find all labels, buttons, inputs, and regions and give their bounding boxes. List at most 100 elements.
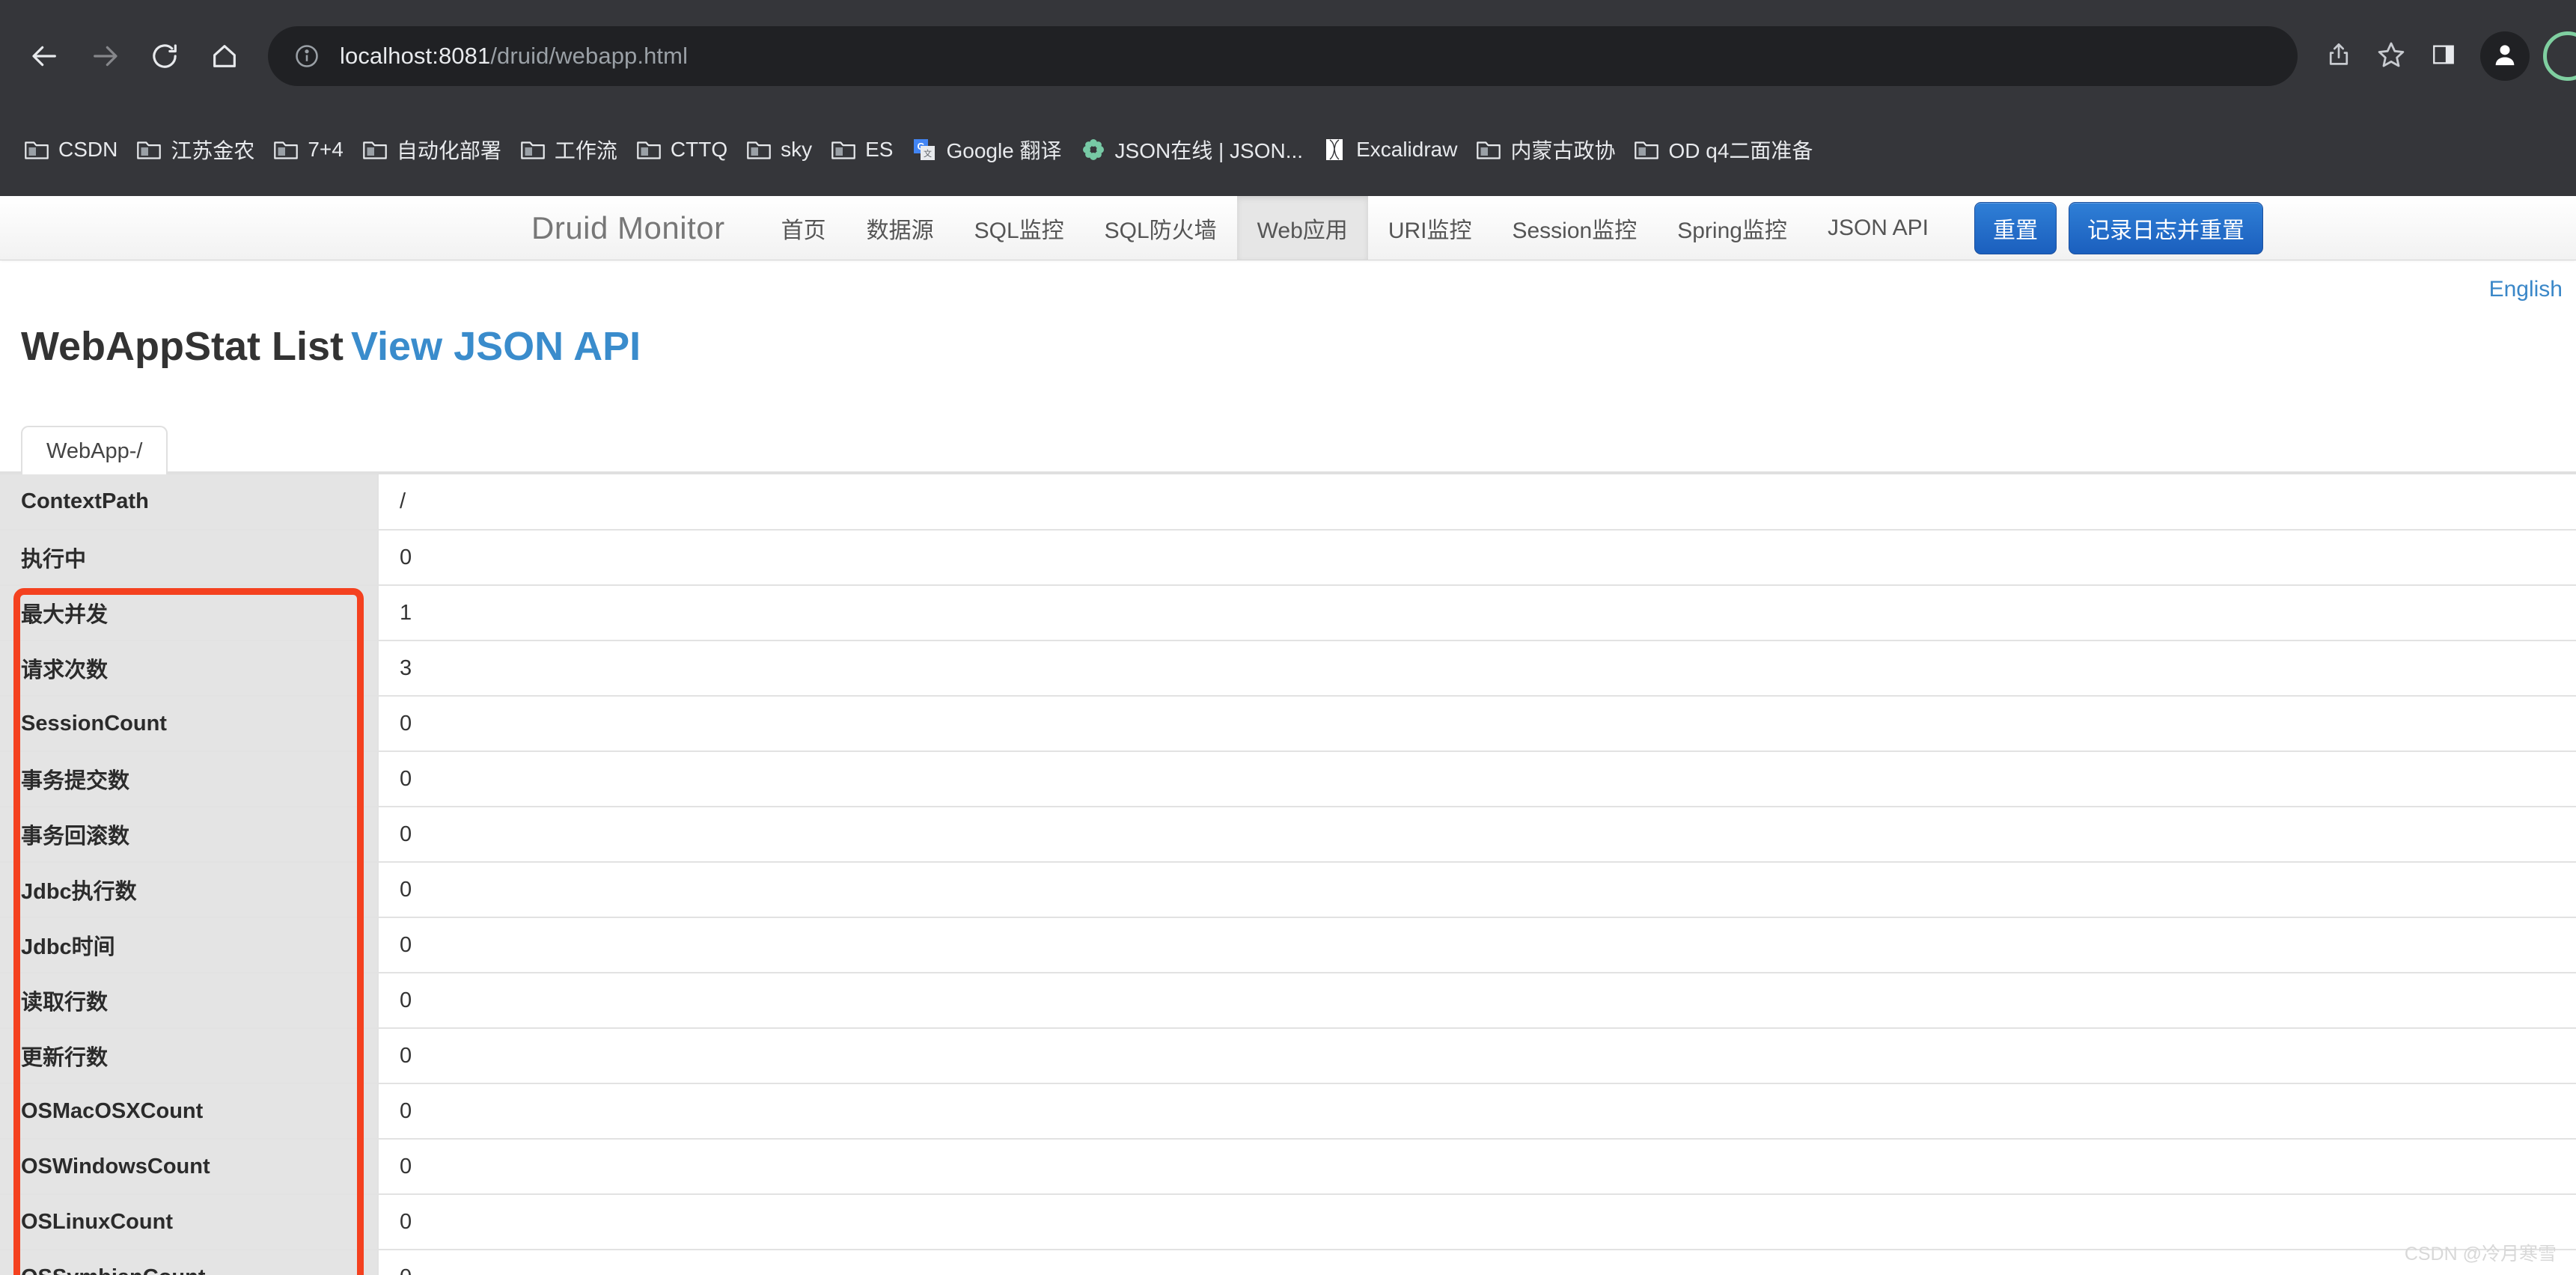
table-row: ContextPath / (0, 474, 2576, 531)
excalidraw-icon (1322, 138, 1346, 162)
bookmark-item[interactable]: 工作流 (511, 126, 627, 173)
share-button[interactable] (2313, 30, 2365, 82)
language-switch-row: English (0, 260, 2576, 307)
table-cell-value: 0 (377, 530, 2576, 586)
folder-icon (521, 139, 545, 160)
navbar-item-8[interactable]: JSON API (1807, 196, 1949, 260)
tab-webapp-root[interactable]: WebApp-/ (21, 426, 168, 474)
page-body: Druid Monitor 首页 数据源 SQL监控 SQL防火墙 Web应用 URI监控… (0, 196, 2576, 1275)
reset-button[interactable]: 重置 (1974, 201, 2057, 254)
table-row: 事务回滚数 0 (0, 807, 2576, 863)
bookmark-item[interactable]: JSON在线 | JSON... (1072, 126, 1313, 173)
profile-avatar-icon (2490, 40, 2520, 73)
url-path: /druid/webapp.html (490, 43, 689, 69)
home-button[interactable] (198, 29, 251, 83)
json-online-icon (1081, 138, 1105, 162)
bookmark-label: Excalidraw (1356, 138, 1458, 161)
navbar-item-6[interactable]: Session监控 (1492, 196, 1657, 260)
table-row: 请求次数 3 (0, 640, 2576, 697)
table-cell-value: 0 (377, 696, 2576, 752)
table-cell-key: OSLinuxCount (0, 1194, 378, 1250)
navbar-item-5[interactable]: URI监控 (1368, 196, 1492, 260)
browser-chrome: localhost:8081/druid/webapp.html CSDN 江苏… (0, 0, 2576, 196)
navbar-item-1[interactable]: 数据源 (846, 196, 954, 260)
bookmark-item[interactable]: 7+4 (264, 126, 353, 173)
table-row: 事务提交数 0 (0, 751, 2576, 807)
browser-toolbar: localhost:8081/druid/webapp.html (0, 0, 2576, 112)
table-row: OSMacOSXCount 0 (0, 1083, 2576, 1140)
reload-icon (150, 41, 180, 71)
bookmark-item[interactable]: CSDN (15, 126, 127, 173)
brand-logo[interactable]: Druid Monitor (531, 196, 761, 260)
bookmark-label: OD q4二面准备 (1668, 139, 1813, 162)
table-row: Jdbc时间 0 (0, 917, 2576, 973)
table-cell-value: 0 (377, 1083, 2576, 1140)
table-row: 最大并发 1 (0, 585, 2576, 641)
folder-icon (1477, 139, 1501, 160)
navbar-item-3[interactable]: SQL防火墙 (1084, 196, 1237, 260)
bookmark-label: CSDN (58, 138, 118, 161)
table-cell-key: 更新行数 (0, 1028, 378, 1084)
home-icon (210, 41, 239, 71)
log-and-reset-button[interactable]: 记录日志并重置 (2068, 201, 2263, 254)
bookmark-item[interactable]: ES (822, 126, 903, 173)
bookmark-label: CTTQ (670, 138, 728, 161)
navbar-item-7[interactable]: Spring监控 (1657, 196, 1807, 260)
view-json-api-link[interactable]: View JSON API (351, 324, 641, 369)
profile-button[interactable] (2480, 31, 2530, 81)
webappstat-table: ContextPath / 执行中 0 最大并发 1 请求次数 3 SessionCount 0 事… (0, 474, 2576, 1275)
reload-button[interactable] (138, 29, 192, 83)
table-row: 读取行数 0 (0, 973, 2576, 1029)
url-text: localhost:8081/druid/webapp.html (340, 43, 688, 70)
forward-button[interactable] (78, 29, 132, 83)
table-cell-value: 0 (377, 1139, 2576, 1195)
bookmark-label: Google 翻译 (946, 139, 1062, 162)
table-row: 更新行数 0 (0, 1028, 2576, 1084)
table-cell-key: 请求次数 (0, 640, 378, 697)
table-cell-key: Jdbc时间 (0, 917, 378, 973)
table-cell-key: Jdbc执行数 (0, 862, 378, 918)
google-translate-icon: G文 (912, 138, 936, 162)
back-arrow-icon (30, 41, 60, 71)
page-title-text: WebAppStat List (21, 324, 344, 369)
bookmark-item[interactable]: 内蒙古政协 (1467, 126, 1625, 173)
table-cell-value: 0 (377, 1028, 2576, 1084)
bookmark-item[interactable]: 江苏金农 (127, 126, 264, 173)
table-cell-value: 0 (377, 917, 2576, 973)
table-cell-value: / (377, 474, 2576, 531)
bookmark-item[interactable]: G文 Google 翻译 (903, 126, 1071, 173)
bookmark-item[interactable]: 自动化部署 (353, 126, 511, 173)
table-row: SessionCount 0 (0, 696, 2576, 752)
table-row: Jdbc执行数 0 (0, 862, 2576, 918)
english-language-link[interactable]: English (2489, 277, 2563, 302)
table-cell-key: 最大并发 (0, 585, 378, 641)
watermark-text: CSDN @冷月寒雪 (2404, 1244, 2557, 1265)
page-title: WebAppStat List View JSON API (0, 307, 2576, 370)
table-cell-key: SessionCount (0, 696, 378, 752)
table-cell-value: 0 (377, 807, 2576, 863)
svg-text:文: 文 (924, 148, 932, 159)
druid-navbar: Druid Monitor 首页 数据源 SQL监控 SQL防火墙 Web应用 URI监控… (0, 196, 2576, 260)
bookmark-label: 江苏金农 (171, 139, 255, 162)
table-cell-key: 事务回滚数 (0, 807, 378, 863)
back-button[interactable] (18, 29, 72, 83)
folder-icon (137, 139, 162, 160)
navbar-item-2[interactable]: SQL监控 (954, 196, 1084, 260)
folder-icon (363, 139, 387, 160)
table-row: OSSymbianCount0 (0, 1250, 2576, 1275)
info-circle-icon[interactable] (293, 43, 320, 70)
bookmark-item[interactable]: sky (737, 126, 822, 173)
bookmark-button[interactable] (2365, 30, 2417, 82)
navbar-item-0[interactable]: 首页 (761, 196, 846, 260)
address-bar[interactable]: localhost:8081/druid/webapp.html (268, 26, 2298, 86)
bookmark-item[interactable]: OD q4二面准备 (1625, 126, 1822, 173)
table-row: OSLinuxCount 0 (0, 1194, 2576, 1250)
bookmark-label: 自动化部署 (396, 139, 501, 162)
bookmark-item[interactable]: CTTQ (627, 126, 737, 173)
bookmark-item[interactable]: Excalidraw (1313, 126, 1467, 173)
url-host: localhost:8081 (340, 43, 491, 69)
side-panel-button[interactable] (2417, 30, 2470, 82)
table-cell-key: OSMacOSXCount (0, 1083, 378, 1140)
navbar-item-4[interactable]: Web应用 (1236, 196, 1368, 260)
star-icon (2376, 40, 2406, 73)
